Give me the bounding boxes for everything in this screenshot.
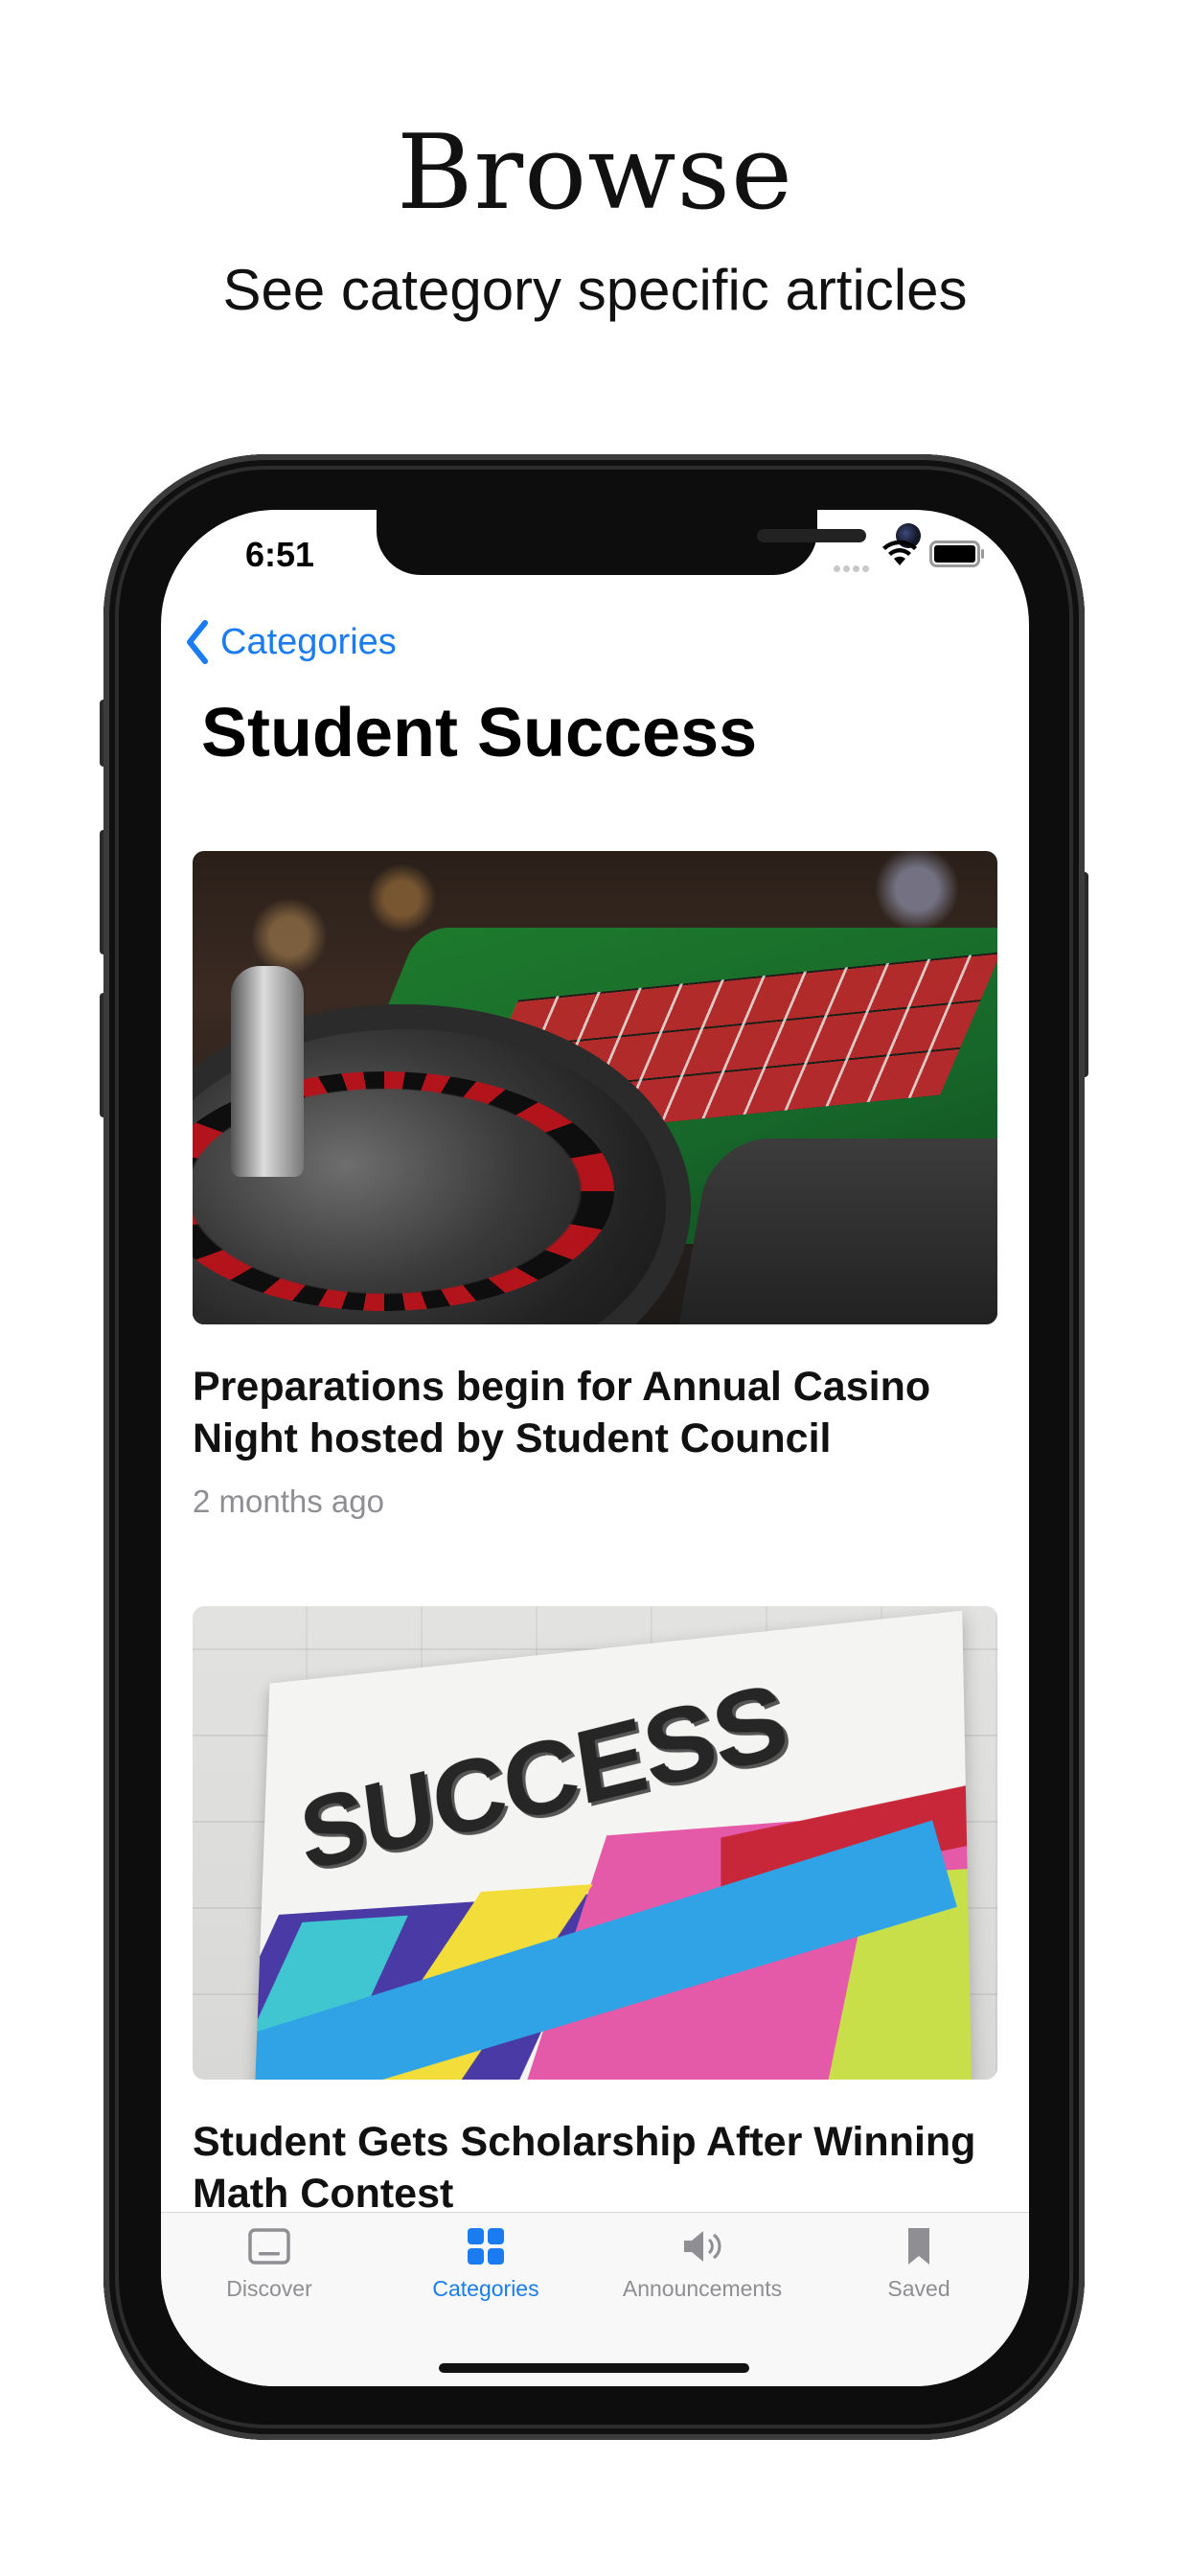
- article-image-success[interactable]: SUCCESS: [193, 1606, 997, 2080]
- tray-icon: [248, 2228, 290, 2265]
- back-button-label: Categories: [220, 621, 397, 662]
- roulette-spindle: [231, 966, 304, 1177]
- cellular-signal-icon: [834, 560, 872, 572]
- tab-categories[interactable]: Categories: [378, 2226, 594, 2322]
- tab-saved[interactable]: Saved: [811, 2226, 1027, 2322]
- phone-screen: 6:51 Categories Student Success Preparat…: [161, 510, 1029, 2386]
- bookmark-icon: [908, 2228, 929, 2265]
- article-image-roulette[interactable]: [193, 851, 997, 1324]
- success-sign: SUCCESS: [254, 1610, 973, 2080]
- article-card[interactable]: SUCCESS Student Gets Scholarship After W…: [193, 1606, 997, 2220]
- promo-title: Browse: [397, 113, 793, 233]
- wifi-icon: [882, 540, 917, 565]
- article-card[interactable]: Preparations begin for Annual Casino Nig…: [193, 851, 997, 1520]
- status-time: 6:51: [245, 535, 315, 574]
- tab-discover[interactable]: Discover: [161, 2226, 378, 2322]
- promo-subtitle: See category specific articles: [222, 258, 968, 322]
- grid-icon: [468, 2228, 504, 2265]
- table-rim: [669, 1138, 997, 1324]
- chevron-left-icon: [187, 620, 208, 664]
- tab-bar: Discover Categories Announcements Saved: [161, 2212, 1029, 2386]
- tab-label: Saved: [887, 2276, 950, 2301]
- article-title[interactable]: Student Gets Scholarship After Winning M…: [193, 2116, 997, 2220]
- battery-icon: [929, 540, 984, 567]
- tab-announcements[interactable]: Announcements: [594, 2226, 811, 2322]
- article-title[interactable]: Preparations begin for Annual Casino Nig…: [193, 1361, 997, 1464]
- tab-label: Categories: [432, 2276, 539, 2301]
- notch: [377, 510, 921, 575]
- article-timestamp: 2 months ago: [193, 1484, 384, 1519]
- tab-label: Discover: [226, 2276, 312, 2301]
- tab-label: Announcements: [622, 2276, 783, 2301]
- page-title: Student Success: [201, 695, 758, 771]
- earpiece-speaker: [757, 529, 866, 542]
- back-button[interactable]: Categories: [184, 617, 397, 667]
- speaker-icon: [684, 2231, 721, 2262]
- home-indicator[interactable]: [439, 2363, 749, 2373]
